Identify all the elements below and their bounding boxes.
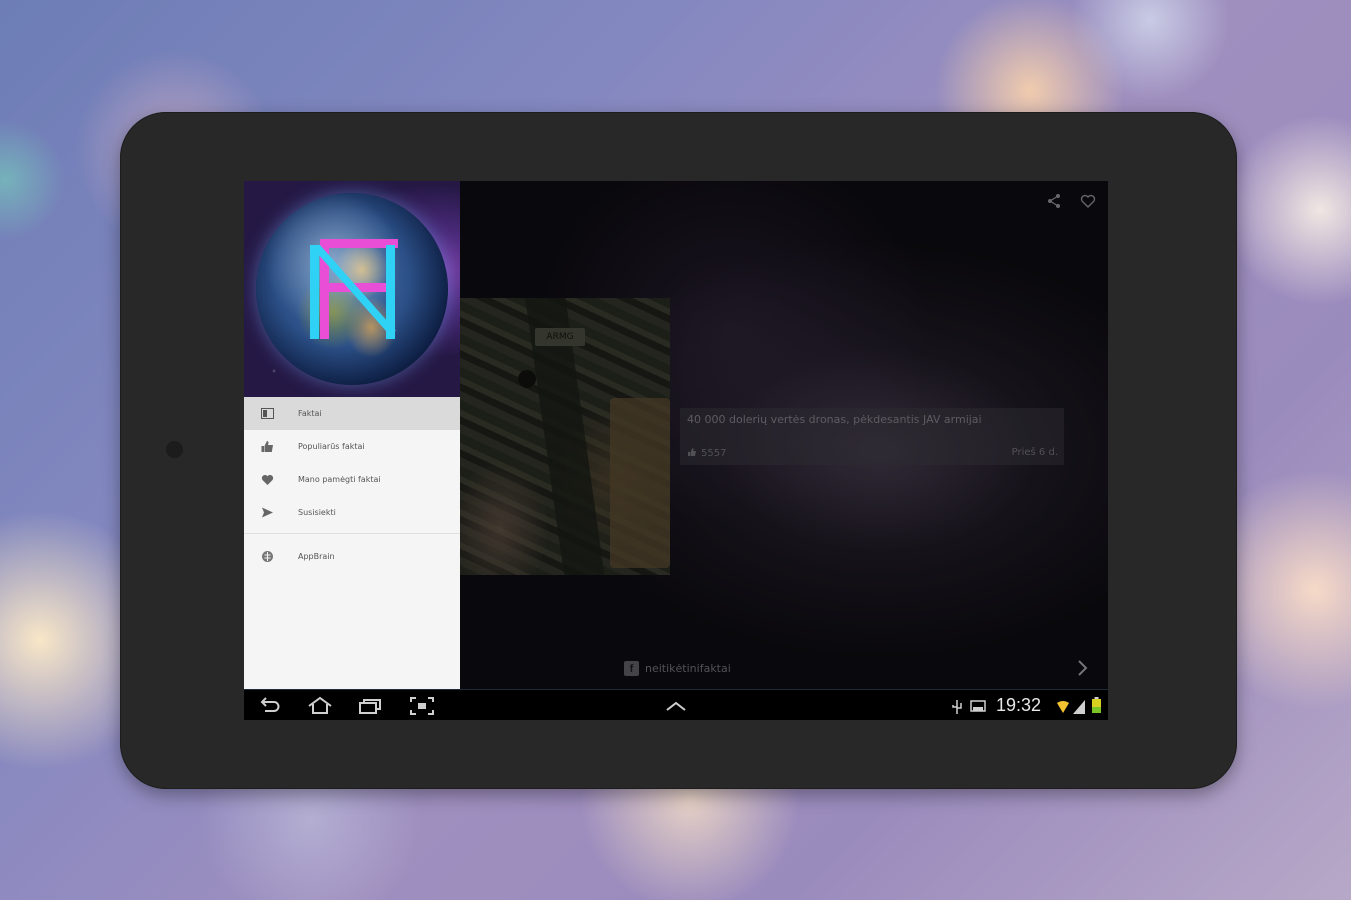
app-logo-icon — [310, 239, 398, 339]
signal-icon — [1073, 699, 1085, 718]
screen-capture-notification-icon — [970, 699, 986, 718]
menu-item-facts[interactable]: Faktai — [244, 397, 460, 430]
home-icon[interactable] — [307, 696, 332, 716]
back-icon[interactable] — [258, 696, 282, 716]
usb-icon — [951, 699, 963, 718]
article-icon — [261, 407, 274, 420]
front-camera — [166, 441, 183, 458]
recent-apps-icon[interactable] — [358, 696, 382, 716]
chevron-up-icon[interactable] — [664, 696, 688, 716]
battery-icon — [1092, 697, 1101, 717]
navigation-drawer: Faktai Populiarūs faktai Mano pamėgti fa… — [244, 181, 460, 689]
menu-item-favorites[interactable]: Mano pamėgti faktai — [244, 463, 460, 496]
appbrain-icon — [261, 550, 274, 563]
menu-item-popular[interactable]: Populiarūs faktai — [244, 430, 460, 463]
menu-item-appbrain[interactable]: AppBrain — [244, 540, 460, 573]
screenshot-icon[interactable] — [409, 696, 434, 716]
tablet-screen: ARMG 40 000 dolerių vertės dronas, pėkde… — [244, 181, 1108, 720]
system-navigation-bar: 19:32 — [244, 689, 1108, 720]
drawer-scrim[interactable] — [460, 181, 1108, 689]
wifi-icon — [1056, 699, 1070, 718]
thumbs-up-icon — [261, 440, 274, 453]
menu-item-contact[interactable]: Susisiekti — [244, 496, 460, 529]
menu-label: AppBrain — [298, 552, 335, 561]
send-icon — [261, 506, 274, 519]
heart-icon — [261, 473, 274, 486]
menu-label: Populiarūs faktai — [298, 442, 365, 451]
menu-label: Susisiekti — [298, 508, 336, 517]
menu-divider — [244, 533, 460, 534]
drawer-menu: Faktai Populiarūs faktai Mano pamėgti fa… — [244, 397, 460, 573]
status-clock: 19:32 — [996, 695, 1042, 715]
fact-view: ARMG 40 000 dolerių vertės dronas, pėkde… — [460, 181, 1108, 689]
menu-label: Faktai — [298, 409, 322, 418]
menu-label: Mano pamėgti faktai — [298, 475, 381, 484]
drawer-header — [244, 181, 460, 397]
